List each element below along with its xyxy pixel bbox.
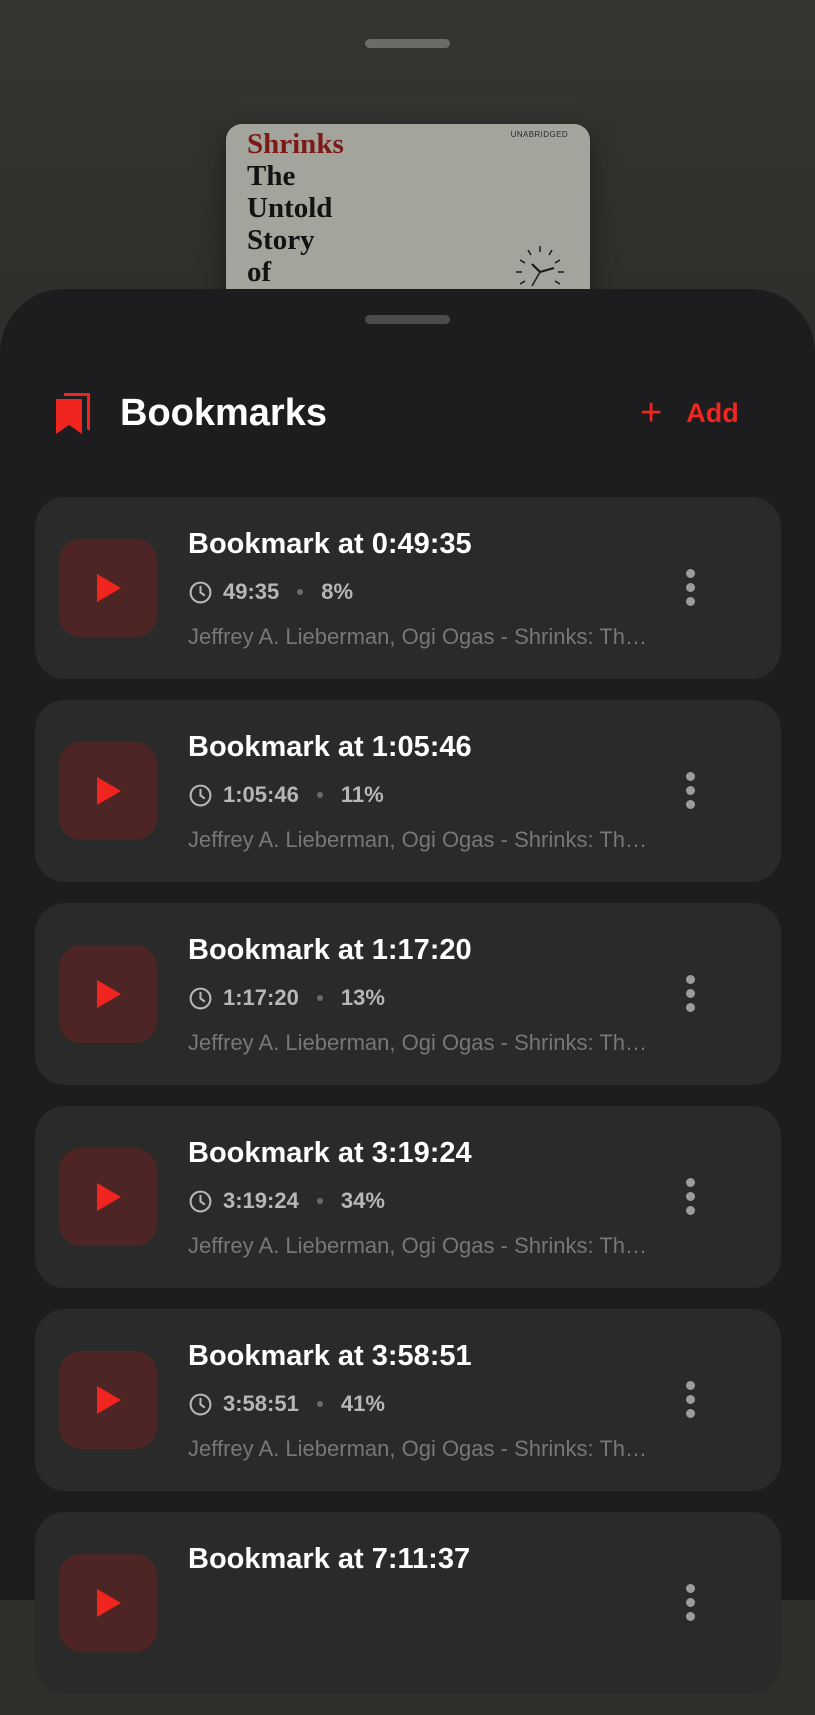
- bookmark-meta: 3:58:51 41%: [188, 1389, 385, 1419]
- bookmark-percent: 34%: [340, 1188, 385, 1213]
- separator-dot: [316, 1198, 323, 1204]
- bookmark-title: Bookmark at 1:05:46: [188, 731, 472, 763]
- bookmark-author: Jeffrey A. Lieberman, Ogi Ogas - Shrinks…: [188, 624, 648, 649]
- more-options-icon[interactable]: [683, 1584, 697, 1622]
- bookmark-author: Jeffrey A. Lieberman, Ogi Ogas - Shrinks…: [188, 1436, 648, 1461]
- separator-dot: [316, 995, 323, 1001]
- separator-dot: [297, 589, 304, 595]
- bookmark-title: Bookmark at 1:17:20: [188, 934, 472, 966]
- cover-title-line: Shrinks: [247, 128, 344, 160]
- cover-title-line: The: [247, 160, 296, 192]
- cover-unabridged-label: UNABRIDGED: [510, 130, 568, 139]
- bookmark-time: 1:17:20: [223, 985, 299, 1010]
- play-icon: [97, 777, 121, 805]
- bookmark-percent: 11%: [340, 782, 384, 807]
- bookmark-author: Jeffrey A. Lieberman, Ogi Ogas - Shrinks…: [188, 1233, 648, 1258]
- clock-icon: [189, 784, 212, 806]
- cover-title: Shrinks The Untold Story of: [247, 128, 344, 288]
- separator-dot: [316, 792, 323, 798]
- bookmark-title: Bookmark at 7:11:37: [188, 1543, 471, 1575]
- bookmark-card[interactable]: Bookmark at 3:19:24 3:19:24 34% Jeffrey …: [35, 1106, 781, 1288]
- bookmark-card[interactable]: Bookmark at 3:58:51 3:58:51 41% Jeffrey …: [35, 1309, 781, 1491]
- bookmark-title: Bookmark at 3:19:24: [188, 1137, 472, 1169]
- play-bookmark-button[interactable]: [59, 1554, 157, 1652]
- add-bookmark-label: Add: [686, 397, 739, 428]
- add-bookmark-button[interactable]: + Add: [640, 391, 739, 435]
- play-bookmark-button[interactable]: [59, 945, 157, 1043]
- more-options-icon[interactable]: [683, 975, 697, 1013]
- bookmark-title: Bookmark at 0:49:35: [188, 528, 472, 560]
- play-icon: [97, 980, 121, 1008]
- cover-title-line: of: [247, 256, 272, 288]
- bookmark-card[interactable]: Bookmark at 7:11:37: [35, 1512, 781, 1694]
- bookmark-time: 3:58:51: [223, 1391, 299, 1416]
- cover-title-line: Untold: [247, 192, 333, 224]
- bookmark-meta: 49:35 8%: [188, 577, 353, 607]
- bookmark-time: 49:35: [223, 579, 280, 604]
- play-bookmark-button[interactable]: [59, 742, 157, 840]
- more-options-icon[interactable]: [683, 772, 697, 810]
- bookmark-meta: 1:17:20 13%: [188, 983, 385, 1013]
- bookmark-percent: 13%: [340, 985, 385, 1010]
- play-bookmark-button[interactable]: [59, 1148, 157, 1246]
- bookmark-title: Bookmark at 3:58:51: [188, 1340, 472, 1372]
- bookmark-percent: 41%: [340, 1391, 385, 1416]
- bookmarks-sheet: Bookmarks + Add Bookmark at 0:49:35 49:3…: [0, 289, 815, 1694]
- clock-icon: [189, 581, 212, 603]
- bookmarks-icon: [56, 393, 90, 434]
- play-icon: [97, 1589, 121, 1617]
- clock-icon: [189, 1190, 212, 1212]
- play-icon: [97, 1386, 121, 1414]
- cover-title-line: Story: [247, 224, 315, 256]
- bookmark-author: Jeffrey A. Lieberman, Ogi Ogas - Shrinks…: [188, 827, 648, 852]
- page-title: Bookmarks: [120, 392, 327, 434]
- separator-dot: [316, 1401, 323, 1407]
- play-icon: [97, 574, 121, 602]
- clock-icon: [189, 987, 212, 1009]
- bookmark-card[interactable]: Bookmark at 1:17:20 1:17:20 13% Jeffrey …: [35, 903, 781, 1085]
- bookmark-card[interactable]: Bookmark at 0:49:35 49:35 8% Jeffrey A. …: [35, 497, 781, 679]
- plus-icon: +: [640, 392, 663, 434]
- bookmark-percent: 8%: [321, 579, 354, 604]
- play-bookmark-button[interactable]: [59, 1351, 157, 1449]
- more-options-icon[interactable]: [683, 1178, 697, 1216]
- sheet-drag-handle[interactable]: [365, 315, 450, 324]
- more-options-icon[interactable]: [683, 569, 697, 607]
- more-options-icon[interactable]: [683, 1381, 697, 1419]
- bookmark-author: Jeffrey A. Lieberman, Ogi Ogas - Shrinks…: [188, 1030, 648, 1055]
- bookmark-meta: 3:19:24 34%: [188, 1186, 385, 1216]
- bookmark-time: 3:19:24: [223, 1188, 299, 1213]
- bookmark-time: 1:05:46: [223, 782, 299, 807]
- bookmark-card[interactable]: Bookmark at 1:05:46 1:05:46 11% Jeffrey …: [35, 700, 781, 882]
- play-bookmark-button[interactable]: [59, 539, 157, 637]
- bookmark-list: Bookmark at 0:49:35 49:35 8% Jeffrey A. …: [35, 497, 781, 1715]
- player-drag-handle[interactable]: [365, 39, 450, 48]
- play-icon: [97, 1183, 121, 1211]
- clock-icon: [189, 1393, 212, 1415]
- bookmark-meta: 1:05:46 11%: [188, 780, 384, 810]
